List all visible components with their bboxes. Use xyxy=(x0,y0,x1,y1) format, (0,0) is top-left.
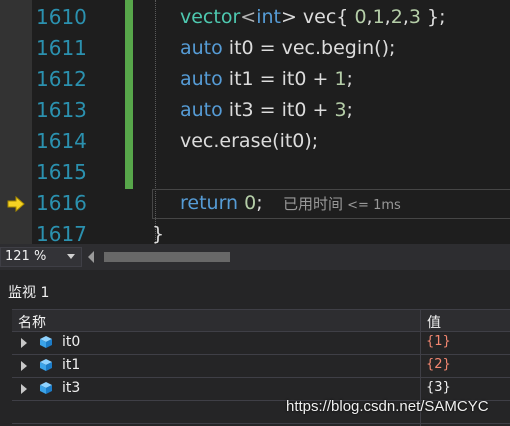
watch-header: 名称 值 xyxy=(12,309,510,332)
zoom-level: 121 % xyxy=(5,249,47,264)
column-header-value[interactable]: 值 xyxy=(427,312,441,332)
code-text[interactable]: return 0; xyxy=(180,188,263,219)
watch-variable-name: it0 xyxy=(62,334,81,350)
scroll-left-icon[interactable] xyxy=(88,251,94,263)
line-number: 1613 xyxy=(36,98,87,122)
code-text[interactable]: vector<int> vec{ 0,1,2,3 }; xyxy=(180,2,445,33)
code-text[interactable]: auto it3 = it0 + 3; xyxy=(180,95,353,126)
watch-variable-name: it3 xyxy=(62,380,81,396)
code-editor[interactable]: 1610 vector<int> vec{ 0,1,2,3 }; 1611 au… xyxy=(0,0,510,244)
code-text[interactable]: vec.erase(it0); xyxy=(180,126,318,157)
code-line[interactable]: 1612 auto it1 = it0 + 1; xyxy=(0,64,510,95)
perf-tip[interactable]: 已用时间 <= 1ms xyxy=(283,189,401,221)
code-line[interactable]: 1614 vec.erase(it0); xyxy=(0,126,510,157)
code-text[interactable]: auto it1 = it0 + 1; xyxy=(180,64,353,95)
code-text[interactable]: auto it0 = vec.begin(); xyxy=(180,33,395,64)
watch-window-title[interactable]: 监视 1 xyxy=(8,282,49,302)
variable-cube-icon xyxy=(40,382,52,394)
watch-row[interactable]: it1 {2} xyxy=(12,355,510,378)
horizontal-scrollbar-thumb[interactable] xyxy=(104,252,230,262)
code-text[interactable]: } xyxy=(152,219,164,244)
chevron-down-icon[interactable] xyxy=(67,254,75,259)
line-number: 1611 xyxy=(36,36,87,60)
perf-tip-time: <= 1ms xyxy=(343,198,401,213)
code-line[interactable]: 1611 auto it0 = vec.begin(); xyxy=(0,33,510,64)
watch-row[interactable]: it0 {1} xyxy=(12,332,510,355)
code-line[interactable]: 1615 xyxy=(0,157,510,188)
perf-tip-label: 已用时间 xyxy=(283,195,344,213)
variable-cube-icon xyxy=(40,336,52,348)
line-number: 1610 xyxy=(36,5,87,29)
code-line[interactable]: 1617 } xyxy=(0,219,510,244)
line-number: 1612 xyxy=(36,67,87,91)
watermark-text: https://blog.csdn.net/SAMCYC xyxy=(286,398,489,415)
editor-status-bar: 121 % xyxy=(0,244,510,270)
watch-variable-value[interactable]: {3} xyxy=(426,380,451,395)
expand-icon[interactable] xyxy=(21,338,27,348)
code-line[interactable]: 1613 auto it3 = it0 + 3; xyxy=(0,95,510,126)
code-line-current[interactable]: 1616 return 0; xyxy=(0,188,510,219)
variable-cube-icon xyxy=(40,359,52,371)
watch-variable-value[interactable]: {1} xyxy=(426,334,451,349)
line-number: 1617 xyxy=(36,222,87,244)
expand-icon[interactable] xyxy=(21,361,27,371)
zoom-select[interactable]: 121 % xyxy=(0,247,82,267)
line-number: 1616 xyxy=(36,191,87,215)
column-header-name[interactable]: 名称 xyxy=(18,312,46,332)
line-number: 1615 xyxy=(36,160,87,184)
code-line[interactable]: 1610 vector<int> vec{ 0,1,2,3 }; xyxy=(0,2,510,33)
watch-variable-value[interactable]: {2} xyxy=(426,357,451,372)
line-number: 1614 xyxy=(36,129,87,153)
expand-icon[interactable] xyxy=(21,384,27,394)
watch-variable-name: it1 xyxy=(62,357,81,373)
